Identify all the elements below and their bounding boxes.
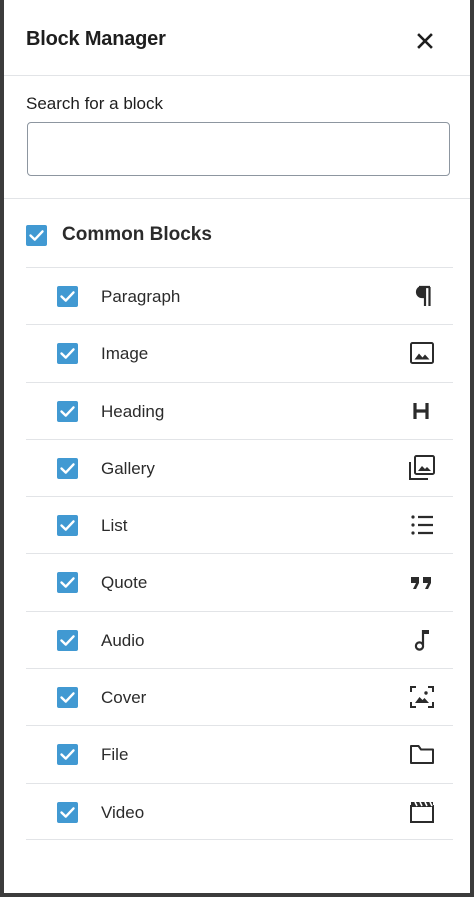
category-common-blocks: Common Blocks	[26, 224, 446, 248]
block-manager-modal: Block Manager Search for a block Common …	[4, 0, 470, 893]
block-label: Gallery	[101, 458, 155, 478]
checkmark-icon	[60, 634, 75, 646]
modal-header: Block Manager	[4, 0, 470, 76]
file-icon	[408, 740, 436, 768]
audio-icon	[408, 626, 436, 654]
checkmark-icon	[60, 806, 75, 818]
video-icon	[408, 798, 436, 826]
checkmark-icon	[29, 230, 44, 241]
checkmark-icon	[60, 577, 75, 589]
block-label: Heading	[101, 401, 165, 421]
checkmark-icon	[60, 520, 75, 531]
checkmark-icon	[60, 291, 75, 302]
block-row-heading: Heading	[26, 381, 453, 439]
divider	[4, 198, 470, 199]
block-row-quote: Quote	[26, 553, 453, 610]
paragraph-icon	[408, 282, 436, 310]
block-row-file: File	[26, 725, 453, 782]
block-label: File	[101, 745, 129, 765]
checkmark-icon	[60, 749, 75, 761]
block-checkbox-paragraph[interactable]	[57, 286, 78, 307]
block-label: Audio	[101, 630, 145, 650]
checkmark-icon	[60, 692, 75, 703]
close-icon	[417, 33, 433, 49]
block-row-paragraph: Paragraph	[26, 267, 453, 324]
block-checkbox-gallery[interactable]	[57, 457, 78, 479]
block-list: Paragraph Image Heading Gallery List Quote Aud…	[26, 267, 453, 840]
search-label: Search for a block	[26, 94, 164, 113]
block-row-video: Video	[26, 782, 453, 840]
checkmark-icon	[60, 348, 75, 360]
block-label: Quote	[101, 573, 148, 593]
category-label: Common Blocks	[62, 224, 212, 245]
gallery-icon	[408, 454, 436, 482]
checkmark-icon	[60, 463, 75, 474]
modal-title: Block Manager	[26, 28, 166, 50]
block-checkbox-file[interactable]	[57, 744, 78, 766]
heading-icon	[408, 397, 436, 425]
block-row-audio: Audio	[26, 610, 453, 668]
block-row-gallery: Gallery	[26, 438, 453, 496]
block-row-image: Image	[26, 324, 453, 381]
block-checkbox-heading[interactable]	[57, 400, 78, 422]
block-checkbox-list[interactable]	[57, 515, 78, 537]
list-icon	[408, 511, 436, 539]
block-row-cover: Cover	[26, 668, 453, 725]
block-checkbox-audio[interactable]	[57, 629, 78, 651]
search-input[interactable]	[27, 122, 450, 176]
block-checkbox-image[interactable]	[57, 343, 78, 365]
quote-icon	[408, 568, 436, 596]
block-label: Paragraph	[101, 287, 181, 306]
close-button[interactable]	[410, 26, 440, 56]
block-checkbox-quote[interactable]	[57, 572, 78, 594]
block-label: Cover	[101, 688, 147, 708]
block-checkbox-cover[interactable]	[57, 687, 78, 709]
category-checkbox[interactable]	[26, 225, 47, 246]
block-label: Video	[101, 802, 145, 822]
block-label: List	[101, 516, 128, 536]
block-label: Image	[101, 344, 149, 364]
checkmark-icon	[60, 405, 75, 417]
block-checkbox-video[interactable]	[57, 801, 78, 823]
block-row-list: List	[26, 496, 453, 553]
cover-icon	[408, 683, 436, 711]
image-icon	[408, 339, 436, 367]
